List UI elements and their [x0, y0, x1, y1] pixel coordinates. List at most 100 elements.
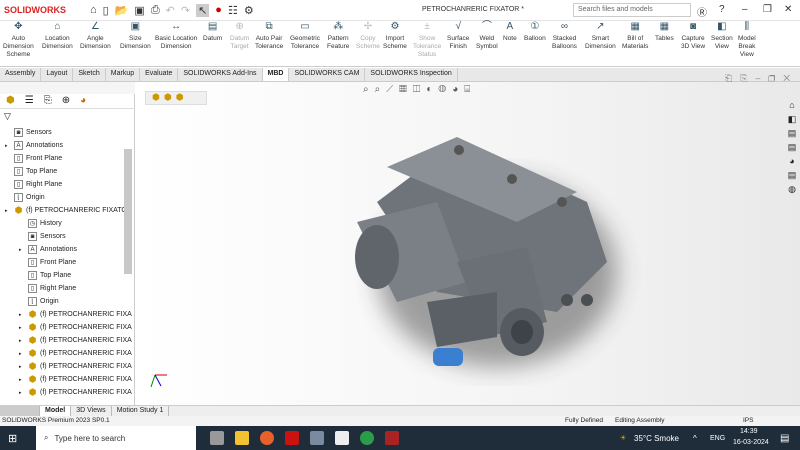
- tree-item[interactable]: ◙ Sensors: [5, 126, 52, 139]
- expand-arrow-icon[interactable]: ▸: [19, 351, 25, 357]
- expand-arrow-icon[interactable]: ▸: [19, 247, 25, 253]
- new-file-icon[interactable]: ▯: [103, 4, 109, 17]
- print-icon[interactable]: ⎙: [151, 4, 160, 17]
- tree-item[interactable]: ▸ ⬢ (f) PETROCHANRERIC FIXA: [19, 334, 132, 347]
- tree-item[interactable]: ▯ Top Plane: [5, 165, 57, 178]
- expand-arrow-icon[interactable]: ▸: [19, 312, 25, 318]
- task-view-icon[interactable]: [210, 431, 224, 445]
- graphics-viewport[interactable]: ⬢⬢⬢ ⌕⌕⟋▦◫◐◍◕⌸ ⎗⎘–❐✕ ⌂ ◧ ▤ ▤ ◕ ▤ ◍: [137, 73, 800, 405]
- ribbon-button-auto-pair-tolerance[interactable]: ⧉ Auto Pair Tolerance: [255, 22, 283, 51]
- undo-icon[interactable]: ↶: [166, 4, 175, 17]
- expand-arrow-icon[interactable]: ▸: [19, 338, 25, 344]
- tab-assembly[interactable]: Assembly: [0, 68, 42, 81]
- tab-solidworks-cam[interactable]: SOLIDWORKS CAM: [289, 68, 366, 81]
- ribbon-button-section-view[interactable]: ◧ Section View: [711, 22, 733, 51]
- options-gear-icon[interactable]: ⚙: [244, 4, 254, 17]
- tree-item[interactable]: ▸ ⬢ (f) PETROCHANRERIC FIXA: [19, 347, 132, 360]
- ribbon-button-balloon[interactable]: ① Balloon: [524, 22, 546, 43]
- ribbon-button-note[interactable]: A Note: [503, 22, 517, 43]
- tab-sketch[interactable]: Sketch: [73, 68, 106, 81]
- tab-solidworks-add-ins[interactable]: SOLIDWORKS Add-Ins: [178, 68, 263, 81]
- property-manager-tab-icon[interactable]: ☰: [25, 95, 34, 106]
- tree-item[interactable]: ▸ A Annotations: [19, 243, 77, 256]
- ribbon-button-model-break-view[interactable]: ⫼ Model Break View: [738, 22, 756, 59]
- filter-icon[interactable]: ▽: [4, 111, 11, 122]
- open-file-icon[interactable]: 📂: [115, 4, 129, 17]
- rebuild-icon[interactable]: ●: [215, 4, 222, 16]
- file-explorer-icon[interactable]: [235, 431, 249, 445]
- assembly-model-3d[interactable]: [137, 82, 800, 405]
- expand-arrow-icon[interactable]: ▸: [19, 325, 25, 331]
- tree-item[interactable]: ▸ A Annotations: [5, 139, 63, 152]
- tree-item[interactable]: ▯ Right Plane: [5, 178, 62, 191]
- tab-scroll[interactable]: [0, 406, 40, 416]
- help-icon[interactable]: ?: [719, 4, 725, 15]
- language-indicator[interactable]: ENG: [710, 435, 725, 442]
- ribbon-button-tables[interactable]: ▦ Tables: [655, 22, 674, 43]
- tree-item[interactable]: ▸ ⬢ (f) PETROCHANRERIC FIXA: [19, 321, 132, 334]
- ribbon-button-datum[interactable]: ▤ Datum: [203, 22, 222, 43]
- tab-mbd[interactable]: MBD: [262, 68, 290, 81]
- ribbon-button-stacked-balloons[interactable]: ∞ Stacked Balloons: [552, 22, 577, 51]
- ribbon-button-auto-dimension-scheme[interactable]: ✥ Auto Dimension Scheme: [3, 22, 34, 59]
- redo-icon[interactable]: ↷: [181, 4, 190, 17]
- bottom-tab-model[interactable]: Model: [40, 406, 72, 416]
- expand-arrow-icon[interactable]: ▸: [5, 143, 11, 149]
- tree-item[interactable]: ▸ ⬢ (f) PETROCHANRERIC FIXATOR: [5, 204, 132, 217]
- tree-item[interactable]: ▸ ⬢ (f) PETROCHANRERIC FIXA: [19, 373, 132, 386]
- display-manager-tab-icon[interactable]: ◕: [80, 95, 86, 106]
- ribbon-button-import-scheme[interactable]: ⚙ Import Scheme: [383, 22, 407, 51]
- ribbon-button-location-dimension[interactable]: ⌂ Location Dimension: [42, 22, 73, 51]
- ribbon-button-pattern-feature[interactable]: ⁂ Pattern Feature: [327, 22, 349, 51]
- search-input[interactable]: Search files and models: [573, 3, 691, 17]
- ribbon-button-weld-symbol[interactable]: ⌒ Weld Symbol: [476, 22, 498, 51]
- weather-text[interactable]: 35°C Smoke: [634, 434, 679, 443]
- expand-arrow-icon[interactable]: ▸: [5, 208, 11, 214]
- bottom-tab-motion-study-1[interactable]: Motion Study 1: [112, 406, 170, 416]
- tab-markup[interactable]: Markup: [106, 68, 141, 81]
- ribbon-button-geometric-tolerance[interactable]: ▭ Geometric Tolerance: [290, 22, 320, 51]
- home-icon[interactable]: ⌂: [90, 4, 97, 16]
- restore-button[interactable]: ❐: [763, 4, 772, 15]
- ribbon-button-basic-location-dimension[interactable]: ↔ Basic Location Dimension: [155, 22, 197, 51]
- dimxpert-tab-icon[interactable]: ⊕: [62, 95, 70, 106]
- tab-evaluate[interactable]: Evaluate: [140, 68, 179, 81]
- account-icon[interactable]: Ⓡ: [697, 4, 707, 19]
- tab-solidworks-inspection[interactable]: SOLIDWORKS Inspection: [365, 68, 458, 81]
- tree-scrollbar[interactable]: [124, 149, 132, 274]
- expand-arrow-icon[interactable]: ▸: [19, 364, 25, 370]
- tree-item[interactable]: ⌊ Origin: [5, 191, 45, 204]
- tree-item[interactable]: ▯ Right Plane: [19, 282, 76, 295]
- expand-arrow-icon[interactable]: ▸: [19, 377, 25, 383]
- minimize-button[interactable]: –: [742, 4, 748, 15]
- clock-time[interactable]: 14:39: [740, 428, 758, 435]
- bottom-tab-3d-views[interactable]: 3D Views: [71, 406, 112, 416]
- firefox-icon[interactable]: [260, 431, 274, 445]
- tree-item[interactable]: ▸ ⬢ (f) PETROCHANRERIC FIXA: [19, 308, 132, 321]
- solidworks-logo[interactable]: SOLIDWORKS: [0, 5, 76, 15]
- solidworks-taskbar-icon[interactable]: [385, 431, 399, 445]
- tree-item[interactable]: ◷ History: [19, 217, 62, 230]
- tree-item[interactable]: ▯ Front Plane: [19, 256, 76, 269]
- clock-date[interactable]: 16-03-2024: [733, 439, 769, 446]
- cad-app-icon[interactable]: [335, 431, 349, 445]
- units-selector[interactable]: IPS: [743, 417, 753, 424]
- notifications-icon[interactable]: ▤: [780, 433, 789, 444]
- tree-item[interactable]: ⌊ Origin: [19, 295, 59, 308]
- tree-item[interactable]: ▯ Top Plane: [19, 269, 71, 282]
- expand-arrow-icon[interactable]: ▸: [19, 390, 25, 396]
- taskbar-search[interactable]: ⌕ Type here to search: [36, 426, 196, 450]
- ribbon-button-smart-dimension[interactable]: ↗ Smart Dimension: [585, 22, 616, 51]
- ribbon-button-copy-scheme[interactable]: ✢ Copy Scheme: [356, 22, 380, 51]
- calculator-icon[interactable]: [310, 431, 324, 445]
- windows-start-icon[interactable]: ⊞: [8, 432, 17, 445]
- ribbon-button-angle-dimension[interactable]: ∠ Angle Dimension: [80, 22, 111, 51]
- ribbon-button-show-tolerance-status[interactable]: ± Show Tolerance Status: [413, 22, 441, 59]
- file-properties-icon[interactable]: ☷: [228, 4, 238, 17]
- tree-item[interactable]: ▸ ⬢ (f) PETROCHANRERIC FIXA: [19, 386, 132, 399]
- acrobat-icon[interactable]: [285, 431, 299, 445]
- ribbon-button-surface-finish[interactable]: √ Surface Finish: [447, 22, 469, 51]
- save-icon[interactable]: ▣: [134, 4, 144, 17]
- ribbon-button-size-dimension[interactable]: ▣ Size Dimension: [120, 22, 151, 51]
- ribbon-button-datum-target[interactable]: ⊕ Datum Target: [230, 22, 249, 51]
